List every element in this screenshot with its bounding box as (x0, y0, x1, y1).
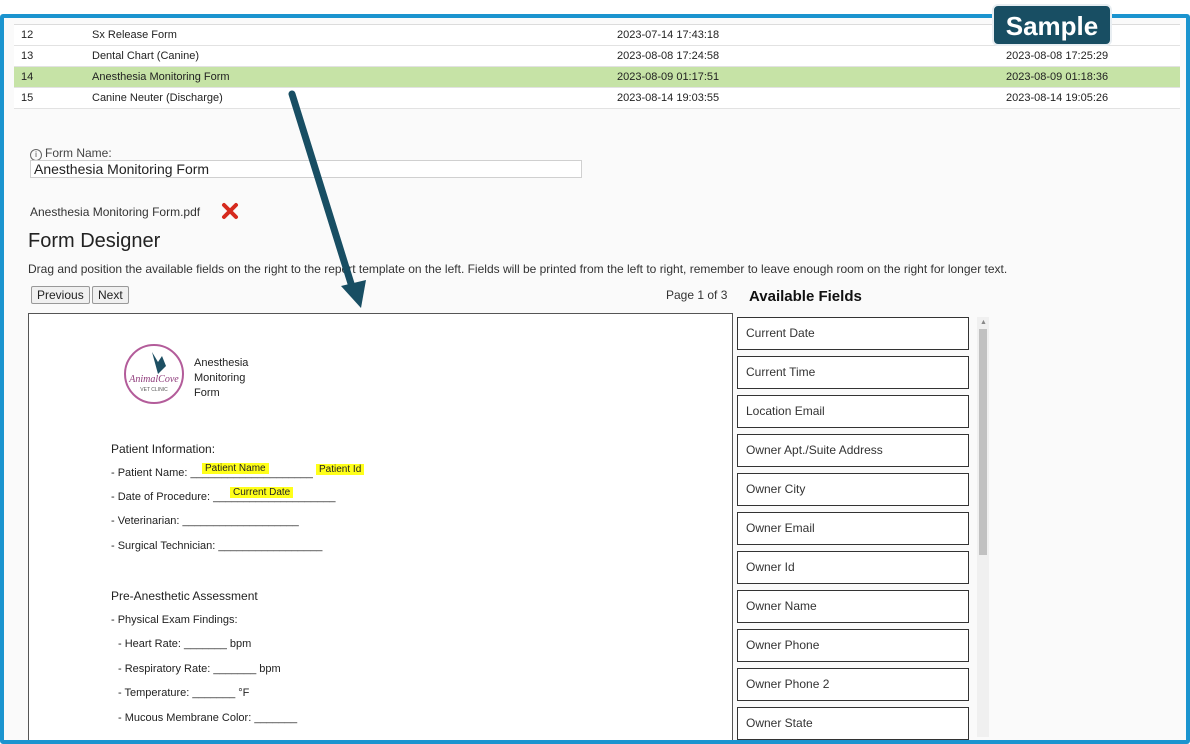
table-row[interactable]: 15 Canine Neuter (Discharge) 2023-08-14 … (14, 88, 1180, 109)
next-button[interactable]: Next (92, 286, 129, 304)
row-id: 13 (21, 50, 34, 62)
temperature-line: - Temperature: _______ °F (118, 687, 250, 699)
scroll-up-icon[interactable]: ▲ (980, 319, 987, 326)
app-frame: 12 Sx Release Form 2023-07-14 17:43:18 1… (0, 14, 1190, 744)
designer-instructions: Drag and position the available fields o… (28, 262, 1008, 276)
row-form-name: Dental Chart (Canine) (92, 50, 199, 62)
field-item[interactable]: Owner Apt./Suite Address (737, 434, 969, 467)
logo-caption-line: Monitoring (194, 372, 246, 384)
row-id: 12 (21, 29, 34, 41)
heart-rate-line: - Heart Rate: _______ bpm (118, 638, 252, 650)
row-created: 2023-07-14 17:43:18 (617, 29, 720, 41)
svg-text:AnimalCove: AnimalCove (128, 374, 179, 385)
field-item[interactable]: Owner Email (737, 512, 969, 545)
row-form-name: Canine Neuter (Discharge) (92, 92, 223, 104)
row-created: 2023-08-08 17:24:58 (617, 50, 720, 62)
scrollbar-thumb[interactable] (979, 329, 987, 555)
page-title: Form Designer (28, 230, 161, 252)
fields-scrollbar[interactable]: ▲ (977, 317, 989, 737)
placed-field-patient-id[interactable]: Patient Id (316, 464, 365, 475)
page-indicator: Page 1 of 3 (666, 288, 728, 302)
logo-caption-line: Anesthesia (194, 357, 249, 369)
respiratory-rate-line: - Respiratory Rate: _______ bpm (118, 663, 281, 675)
surgical-tech-line: - Surgical Technician: _________________ (111, 540, 323, 552)
procedure-date-line: - Date of Procedure: ___________________… (111, 491, 336, 503)
field-item[interactable]: Location Email (737, 395, 969, 428)
row-created: 2023-08-09 01:17:51 (617, 71, 720, 83)
placed-field-patient-name[interactable]: Patient Name (202, 463, 269, 474)
row-modified: 2023-08-08 17:25:29 (1006, 50, 1109, 62)
svg-text:VET CLINIC: VET CLINIC (140, 387, 168, 393)
field-item[interactable]: Owner Phone (737, 629, 969, 662)
field-item[interactable]: Current Time (737, 356, 969, 389)
logo-caption-line: Form (194, 387, 220, 399)
field-item[interactable]: Current Date (737, 317, 969, 350)
pdf-file-name[interactable]: Anesthesia Monitoring Form.pdf (30, 205, 200, 219)
field-item[interactable]: Owner Name (737, 590, 969, 623)
patient-info-heading: Patient Information: (111, 442, 216, 456)
previous-button[interactable]: Previous (31, 286, 90, 304)
field-item[interactable]: Owner Phone 2 (737, 668, 969, 701)
mucous-membrane-line: - Mucous Membrane Color: _______ (118, 712, 298, 724)
row-created: 2023-08-14 19:03:55 (617, 92, 720, 104)
form-name-input[interactable] (30, 160, 582, 178)
row-form-name: Anesthesia Monitoring Form (92, 71, 230, 83)
veterinarian-line: - Veterinarian: ___________________ (111, 515, 299, 527)
sample-badge: Sample (992, 4, 1112, 46)
field-item[interactable]: Owner State (737, 707, 969, 740)
pre-anesthetic-heading: Pre-Anesthetic Assessment (111, 589, 258, 603)
clinic-logo: AnimalCove VET CLINIC (124, 344, 184, 404)
form-name-label: i Form Name: (30, 146, 112, 161)
row-form-name: Sx Release Form (92, 29, 177, 41)
placed-field-current-date[interactable]: Current Date (230, 487, 294, 498)
row-modified: 2023-08-09 01:18:36 (1006, 71, 1109, 83)
available-fields-list: Current Date Current Time Location Email… (737, 317, 973, 740)
physical-exam-line: - Physical Exam Findings: (111, 614, 238, 626)
available-fields-title: Available Fields (749, 288, 862, 305)
field-item[interactable]: Owner Id (737, 551, 969, 584)
report-template-canvas[interactable]: AnimalCove VET CLINIC Anesthesia Monitor… (28, 313, 733, 740)
row-id: 14 (21, 71, 34, 83)
red-x-icon[interactable] (220, 201, 240, 221)
table-row-selected[interactable]: 14 Anesthesia Monitoring Form 2023-08-09… (14, 67, 1180, 88)
row-id: 15 (21, 92, 34, 104)
row-modified: 2023-08-14 19:05:26 (1006, 92, 1109, 104)
table-row[interactable]: 13 Dental Chart (Canine) 2023-08-08 17:2… (14, 46, 1180, 67)
field-item[interactable]: Owner City (737, 473, 969, 506)
logo-caption: Anesthesia Monitoring Form (194, 356, 248, 401)
form-name-label-text: Form Name: (45, 146, 112, 160)
